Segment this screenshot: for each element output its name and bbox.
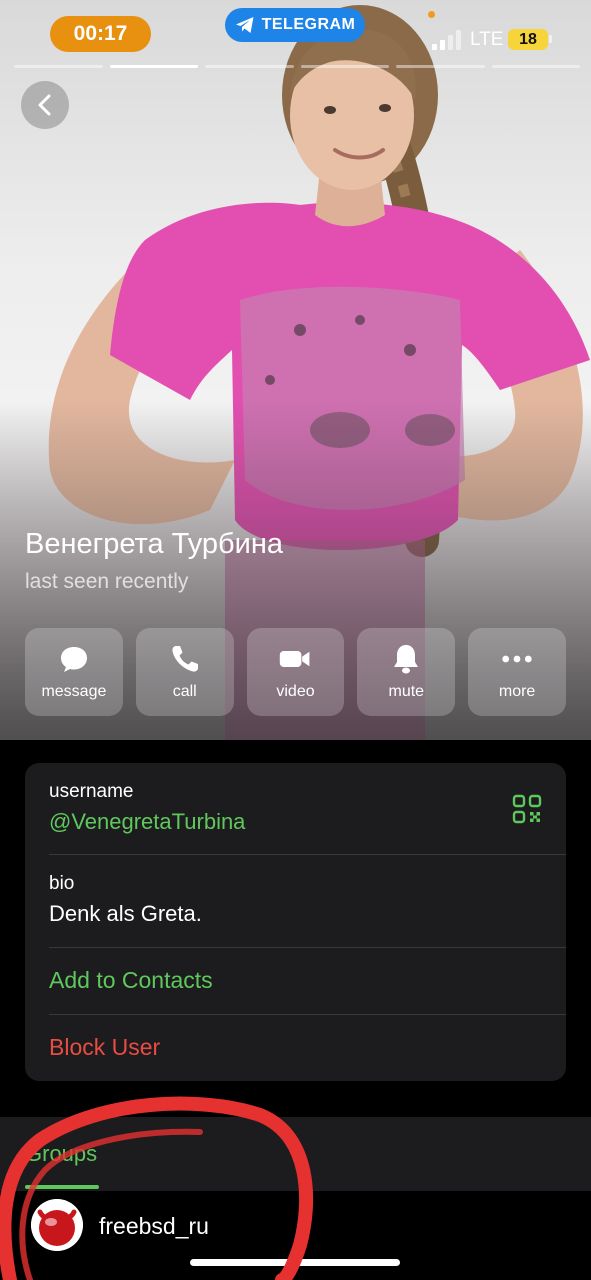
add-to-contacts-button[interactable]: Add to Contacts [49,948,566,1015]
block-user-label: Block User [49,1034,161,1060]
bio-row: bio Denk als Greta. [49,855,566,948]
group-name: freebsd_ru [99,1213,209,1239]
qr-code-icon[interactable] [512,794,542,824]
group-avatar [31,1199,83,1251]
phone-icon [169,643,201,675]
profile-info-card: username @VenegretaTurbina bio Denk als … [25,763,566,1081]
battery-icon: 18 [508,29,548,50]
video-camera-icon [279,643,311,675]
add-to-contacts-label: Add to Contacts [49,967,213,993]
group-list-item[interactable] [0,1191,591,1267]
status-bar: 00:17 TELEGRAM LTE 18 [0,0,591,66]
more-label: more [498,683,536,700]
username-value[interactable]: @VenegretaTurbina [49,809,566,835]
call-button[interactable]: call [135,628,234,716]
message-bubble-icon [58,643,90,675]
video-label: video [276,683,315,700]
return-to-app-pill[interactable]: TELEGRAM [225,8,365,42]
chevron-left-icon [38,94,51,116]
message-button[interactable]: message [25,628,123,716]
return-app-label: TELEGRAM [261,16,356,33]
mute-button[interactable]: mute [357,628,456,716]
story-progress [14,65,580,68]
action-buttons: message call video mute more [25,628,566,716]
call-label: call [172,683,197,700]
privacy-indicator-dot [428,11,435,18]
signal-icon [432,30,462,50]
username-label: username [49,781,134,802]
bio-label: bio [49,873,75,894]
freebsd-logo-icon [31,1199,83,1251]
network-type: LTE [470,29,504,50]
video-button[interactable]: video [246,628,345,716]
mute-label: mute [388,683,425,700]
status-time: 00:17 [50,16,151,52]
tab-active-indicator [25,1185,99,1189]
back-button[interactable] [21,81,69,129]
block-user-button[interactable]: Block User [49,1015,566,1081]
bell-icon [390,643,422,675]
home-indicator[interactable] [190,1259,400,1266]
telegram-icon [235,17,254,33]
more-dots-icon [501,643,533,675]
username-row[interactable]: username @VenegretaTurbina [49,763,566,855]
message-label: message [41,683,107,700]
profile-name: Венегрета Турбина [25,528,283,560]
battery-tip [549,35,552,43]
profile-status: last seen recently [25,570,189,593]
bio-value: Denk als Greta. [49,901,202,926]
more-button[interactable]: more [468,628,566,716]
battery-level: 18 [519,30,537,48]
tab-groups[interactable]: Groups [25,1141,97,1167]
